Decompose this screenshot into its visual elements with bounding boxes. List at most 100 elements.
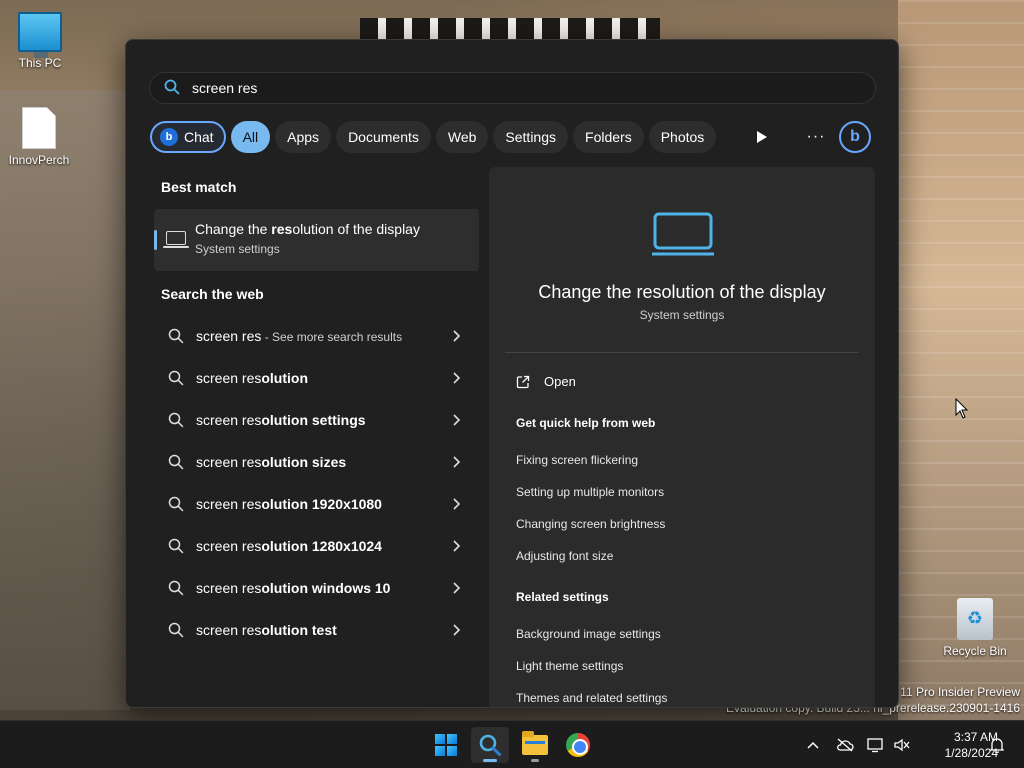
chevron-right-icon <box>453 456 461 468</box>
filter-label: Documents <box>348 129 419 145</box>
more-filters-button[interactable] <box>751 126 773 148</box>
filter-bar: b Chat All Apps Documents Web Settings F… <box>150 120 717 154</box>
filter-label: Photos <box>660 129 705 145</box>
quick-help-link[interactable]: Setting up multiple monitors <box>516 485 664 499</box>
best-match-item[interactable]: Change the resolution of the display Sys… <box>154 209 479 271</box>
taskbar: 3:37 AM 1/28/2024 <box>0 720 1024 768</box>
search-input[interactable] <box>192 80 852 96</box>
detail-subtitle: System settings <box>639 308 725 322</box>
related-setting-link[interactable]: Background image settings <box>516 627 661 641</box>
taskbar-file-explorer[interactable] <box>516 727 554 763</box>
suggestion-text: screen resolution settings <box>196 412 366 428</box>
chevron-right-icon <box>453 372 461 384</box>
folder-icon <box>522 731 548 755</box>
search-icon <box>168 580 184 596</box>
related-setting-link[interactable]: Themes and related settings <box>516 691 667 705</box>
best-match-subtitle: System settings <box>195 242 280 256</box>
web-search-suggestion[interactable]: screen res - See more search results <box>154 318 479 354</box>
desktop-icon-label: Recycle Bin <box>943 644 1007 658</box>
suggestion-text: screen res - See more search results <box>196 328 403 344</box>
search-box[interactable] <box>149 72 876 104</box>
chevron-right-icon <box>453 540 461 552</box>
filter-settings[interactable]: Settings <box>493 121 569 153</box>
web-search-suggestion[interactable]: screen resolution settings <box>154 402 479 438</box>
search-web-heading: Search the web <box>161 286 264 302</box>
search-icon <box>168 454 184 470</box>
suggestion-text: screen resolution test <box>196 622 337 638</box>
related-setting-link[interactable]: Light theme settings <box>516 659 623 673</box>
volume-tray-button[interactable] <box>892 735 912 755</box>
search-icon <box>168 328 184 344</box>
web-search-suggestion[interactable]: screen resolution 1280x1024 <box>154 528 479 564</box>
desktop-icon-recycle-bin[interactable]: ♻ Recycle Bin <box>937 598 1013 658</box>
search-icon <box>168 412 184 428</box>
show-hidden-icons-button[interactable] <box>803 735 823 755</box>
detail-pane: Change the resolution of the display Sys… <box>489 167 875 707</box>
chrome-icon <box>566 733 590 757</box>
search-icon <box>168 538 184 554</box>
wallpaper-building-left <box>0 90 130 710</box>
chevron-right-icon <box>453 498 461 510</box>
suggestion-text: screen resolution 1280x1024 <box>196 538 382 554</box>
suggestion-text: screen resolution 1920x1080 <box>196 496 382 512</box>
search-panel: b Chat All Apps Documents Web Settings F… <box>125 39 899 708</box>
taskbar-chrome[interactable] <box>559 727 597 763</box>
chevron-right-icon <box>453 582 461 594</box>
filter-label: Apps <box>287 129 320 145</box>
filter-web[interactable]: Web <box>435 121 489 153</box>
taskbar-search-button[interactable] <box>471 727 509 763</box>
filter-chat[interactable]: b Chat <box>150 121 226 153</box>
laptop-icon <box>163 231 189 248</box>
volume-muted-icon <box>894 738 910 752</box>
filter-all[interactable]: All <box>230 121 271 153</box>
notifications-button[interactable] <box>987 735 1007 755</box>
onedrive-tray-button[interactable] <box>835 735 855 755</box>
related-settings-heading: Related settings <box>516 590 609 604</box>
quick-help-link[interactable]: Fixing screen flickering <box>516 453 638 467</box>
web-search-suggestion[interactable]: screen resolution windows 10 <box>154 570 479 606</box>
recycle-bin-icon: ♻ <box>957 598 993 640</box>
file-icon <box>22 107 56 149</box>
filter-label: Web <box>447 129 477 145</box>
more-options-button[interactable]: ··· <box>804 126 828 148</box>
clock-date: 1/28/2024 <box>944 746 998 760</box>
web-search-suggestion[interactable]: screen resolution <box>154 360 479 396</box>
web-search-suggestion[interactable]: screen resolution 1920x1080 <box>154 486 479 522</box>
desktop-icon-this-pc[interactable]: This PC <box>2 12 78 70</box>
clock-time: 3:37 AM <box>953 730 998 744</box>
desktop-icon-innovperch[interactable]: InnovPerch <box>1 107 77 167</box>
chevron-up-icon <box>807 741 819 749</box>
open-action[interactable]: Open <box>516 374 576 389</box>
chevron-right-icon <box>453 330 461 342</box>
monitor-icon <box>18 12 62 58</box>
web-search-suggestion[interactable]: screen resolution test <box>154 612 479 648</box>
taskbar-start-button[interactable] <box>427 727 465 763</box>
play-arrow-icon <box>757 131 767 143</box>
web-search-suggestion[interactable]: screen resolution sizes <box>154 444 479 480</box>
quick-help-heading: Get quick help from web <box>516 416 656 430</box>
suggestion-text: screen resolution sizes <box>196 454 347 470</box>
bell-icon <box>990 738 1004 753</box>
laptop-icon <box>652 212 714 256</box>
quick-help-link[interactable]: Adjusting font size <box>516 549 613 563</box>
bing-button[interactable]: b <box>839 121 871 153</box>
filter-label: Folders <box>585 129 632 145</box>
windows-logo-icon <box>435 734 457 756</box>
taskbar-clock[interactable]: 3:37 AM 1/28/2024 <box>918 729 998 761</box>
filter-folders[interactable]: Folders <box>573 121 644 153</box>
search-icon <box>168 496 184 512</box>
filter-apps[interactable]: Apps <box>275 121 332 153</box>
filter-label: Settings <box>505 129 557 145</box>
filter-label: Chat <box>184 129 214 145</box>
network-icon <box>867 738 883 753</box>
watermark-line-1: 11 Pro Insider Preview <box>900 685 1020 699</box>
filter-documents[interactable]: Documents <box>336 121 431 153</box>
filter-photos[interactable]: Photos <box>648 121 717 153</box>
quick-help-link[interactable]: Changing screen brightness <box>516 517 665 531</box>
divider <box>505 352 859 353</box>
suggestion-text: screen resolution <box>196 370 309 386</box>
open-external-icon <box>516 375 530 388</box>
network-tray-button[interactable] <box>866 735 886 755</box>
mouse-cursor-icon <box>955 398 969 419</box>
search-icon <box>168 370 184 386</box>
